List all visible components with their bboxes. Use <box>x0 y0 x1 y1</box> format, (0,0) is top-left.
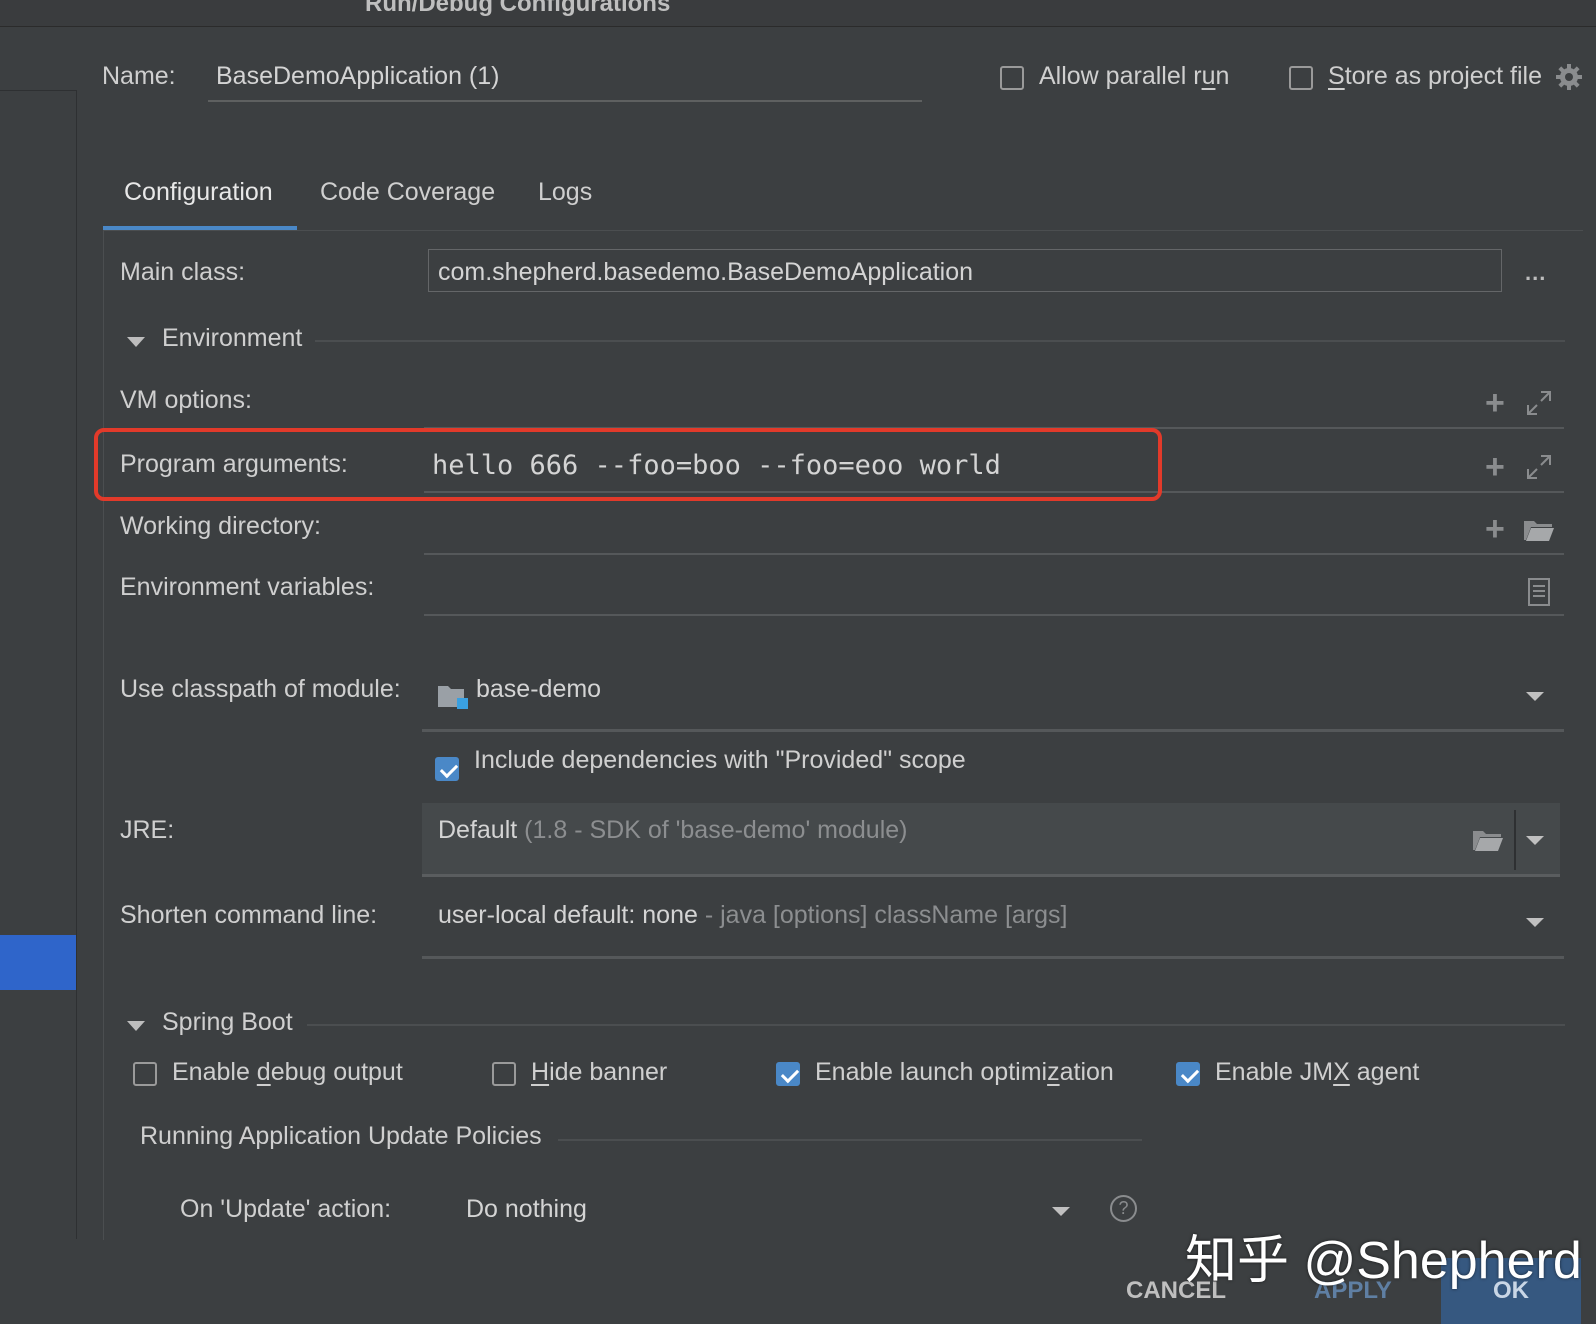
jre-folder-icon[interactable] <box>1472 828 1504 857</box>
main-class-browse-button[interactable]: ... <box>1525 260 1546 286</box>
hide-banner-checkbox[interactable] <box>492 1062 516 1086</box>
environment-section-header[interactable]: Environment <box>162 324 302 353</box>
allow-parallel-run-label[interactable]: Allow parallel run <box>1039 62 1229 91</box>
gear-icon[interactable] <box>1555 63 1583 91</box>
environment-collapse-icon[interactable] <box>127 337 145 347</box>
store-as-project-file-checkbox[interactable] <box>1289 66 1313 90</box>
classpath-module-value[interactable]: base-demo <box>476 675 601 704</box>
store-as-project-file-label[interactable]: Store as project file <box>1328 62 1542 91</box>
module-folder-icon <box>437 683 469 716</box>
main-class-value[interactable]: com.shepherd.basedemo.BaseDemoApplicatio… <box>438 258 973 287</box>
vm-options-label: VM options: <box>120 386 253 414</box>
watermark: 知乎 @Shepherd <box>1185 1232 1582 1290</box>
working-directory-input[interactable] <box>424 553 1564 555</box>
name-input-value[interactable]: BaseDemoApplication (1) <box>216 62 499 91</box>
jre-label: JRE: <box>120 816 175 844</box>
content-border <box>103 230 104 1240</box>
allow-parallel-run-checkbox[interactable] <box>1000 66 1024 90</box>
enable-jmx-agent-checkbox[interactable] <box>1176 1062 1200 1086</box>
configurations-tree-panel[interactable] <box>0 90 77 1239</box>
on-update-action-value[interactable]: Do nothing <box>466 1195 587 1224</box>
selected-configuration-item[interactable] <box>0 935 76 990</box>
help-icon[interactable]: ? <box>1110 1195 1137 1222</box>
program-arguments-expand-icon[interactable] <box>1526 454 1552 485</box>
tab-code-coverage[interactable]: Code Coverage <box>320 178 495 207</box>
hide-banner-label[interactable]: Hide banner <box>531 1058 667 1087</box>
shorten-command-line-label: Shorten command line: <box>120 901 378 929</box>
environment-separator <box>315 340 1565 342</box>
working-directory-label: Working directory: <box>120 512 321 540</box>
update-policies-separator <box>558 1139 1142 1141</box>
on-update-chevron-down-icon[interactable] <box>1052 1207 1070 1216</box>
vm-options-add-icon[interactable]: + <box>1485 386 1505 420</box>
environment-variables-input[interactable] <box>424 614 1564 616</box>
on-update-action-label: On 'Update' action: <box>180 1195 392 1223</box>
spring-boot-separator <box>307 1024 1565 1026</box>
include-provided-label[interactable]: Include dependencies with "Provided" sco… <box>474 746 966 775</box>
update-policies-header: Running Application Update Policies <box>140 1122 542 1150</box>
classpath-module-label: Use classpath of module: <box>120 675 401 703</box>
classpath-module-dropdown[interactable] <box>422 729 1564 732</box>
shorten-command-line-value[interactable]: user-local default: none - java [options… <box>438 901 1068 930</box>
environment-variables-label: Environment variables: <box>120 573 375 601</box>
working-directory-add-icon[interactable]: + <box>1485 512 1505 546</box>
enable-debug-output-checkbox[interactable] <box>133 1062 157 1086</box>
jre-chevron-down-icon[interactable] <box>1526 836 1544 845</box>
enable-jmx-agent-label[interactable]: Enable JMX agent <box>1215 1058 1419 1087</box>
spring-boot-section-header[interactable]: Spring Boot <box>162 1008 293 1037</box>
folder-icon[interactable] <box>1523 518 1555 547</box>
window-title: Run/Debug Configurations <box>365 0 671 17</box>
tabs-divider <box>103 230 1583 231</box>
name-label: Name: <box>102 62 176 90</box>
document-icon[interactable] <box>1528 578 1550 611</box>
main-class-label: Main class: <box>120 258 246 286</box>
program-arguments-highlight <box>94 428 1162 501</box>
include-provided-checkbox[interactable] <box>435 757 459 781</box>
spring-boot-collapse-icon[interactable] <box>127 1021 145 1031</box>
jre-value[interactable]: Default (1.8 - SDK of 'base-demo' module… <box>438 816 908 845</box>
shorten-command-line-dropdown[interactable] <box>422 956 1564 959</box>
vm-options-expand-icon[interactable] <box>1526 390 1552 421</box>
jre-divider <box>1514 810 1516 870</box>
tab-configuration[interactable]: Configuration <box>124 178 273 207</box>
shorten-chevron-down-icon[interactable] <box>1526 918 1544 927</box>
title-bar: Run/Debug Configurations <box>0 0 1596 27</box>
program-arguments-add-icon[interactable]: + <box>1485 450 1505 484</box>
jre-underline <box>422 874 1560 877</box>
chevron-down-icon[interactable] <box>1526 692 1544 701</box>
enable-debug-output-label[interactable]: Enable debug output <box>172 1058 403 1087</box>
enable-launch-optimization-checkbox[interactable] <box>776 1062 800 1086</box>
enable-launch-optimization-label[interactable]: Enable launch optimization <box>815 1058 1114 1087</box>
tab-logs[interactable]: Logs <box>538 178 592 207</box>
